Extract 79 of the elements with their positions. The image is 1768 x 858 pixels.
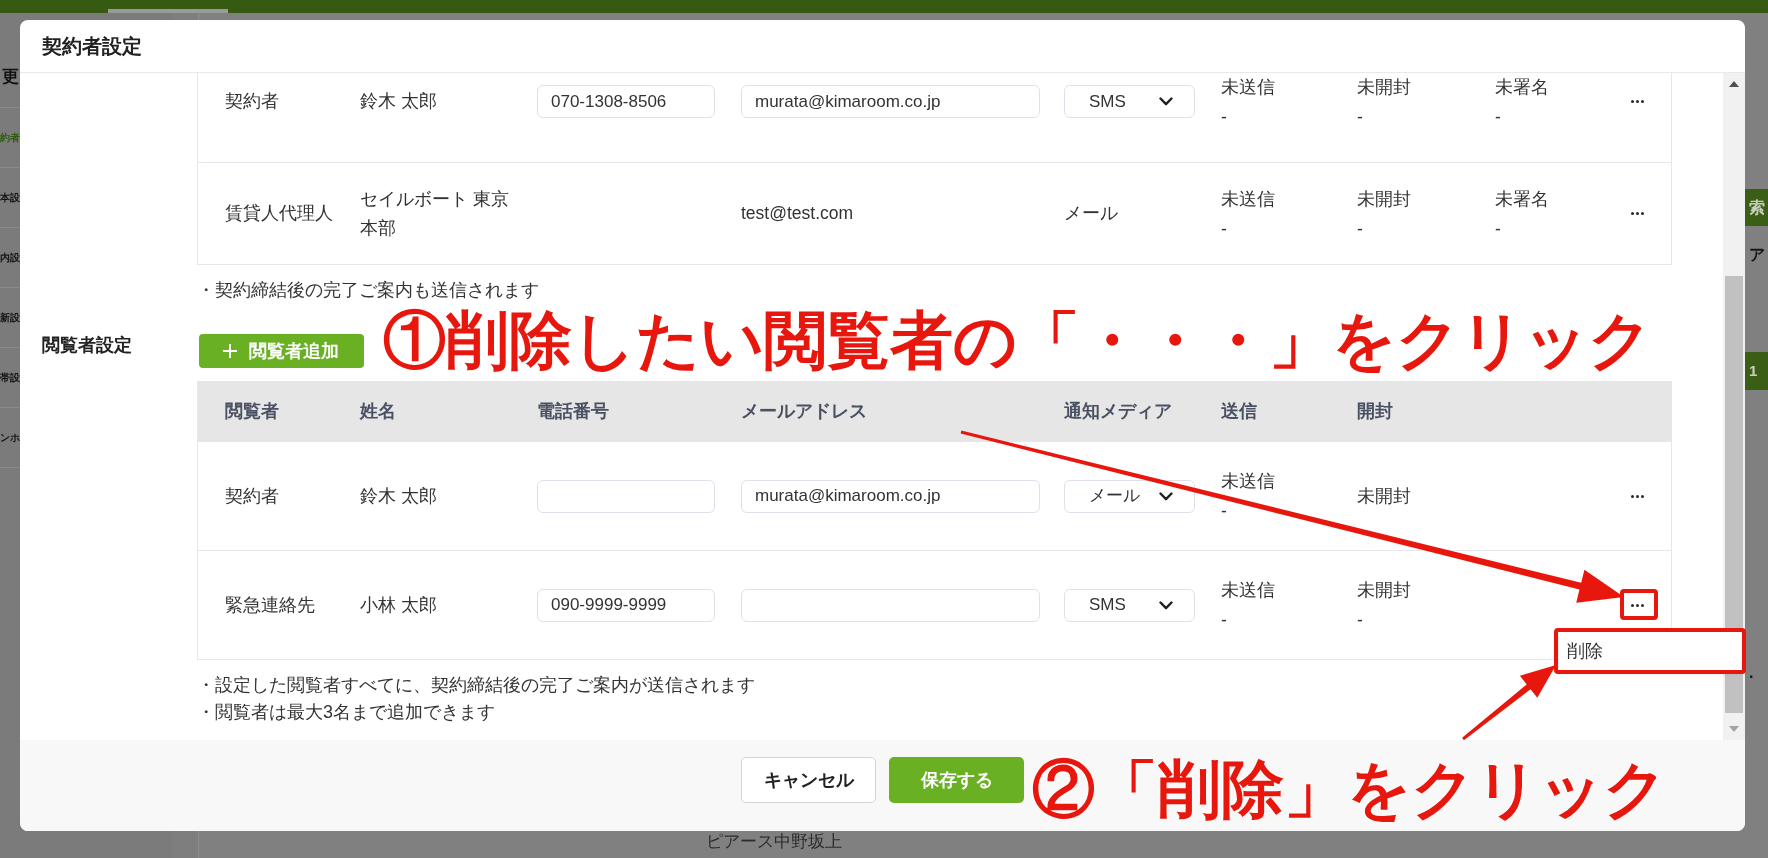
sidebar-item[interactable]: 本設 xyxy=(0,191,20,204)
scrollbar[interactable] xyxy=(1723,73,1745,740)
media-select[interactable]: メール xyxy=(1064,479,1195,513)
sidebar-item[interactable]: 新設 xyxy=(0,311,20,324)
media-select[interactable]: SMS xyxy=(1064,85,1195,118)
highlight-box xyxy=(1620,589,1658,620)
status-detail: - xyxy=(1357,105,1363,129)
email-field[interactable]: murata@kimaroom.co.jp xyxy=(741,85,1040,118)
media-select[interactable]: SMS xyxy=(1064,588,1195,622)
column-header: 送信 xyxy=(1221,400,1257,423)
status-label: 未開封 xyxy=(1357,187,1411,211)
phone-field[interactable]: 090-9999-9999 xyxy=(537,588,715,622)
scroll-up-icon[interactable] xyxy=(1729,81,1739,87)
name-text: セイルボート 東京本部 xyxy=(360,187,510,240)
status-detail: - xyxy=(1221,609,1227,632)
save-button[interactable]: 保存する xyxy=(889,757,1024,803)
column-header: メールアドレス xyxy=(741,400,867,423)
media-text: メール xyxy=(1064,202,1118,226)
cancel-button[interactable]: キャンセル xyxy=(741,757,876,803)
email-text: test@test.com xyxy=(741,202,854,226)
email-field[interactable] xyxy=(741,588,1040,622)
search-button[interactable]: 索 xyxy=(1745,189,1768,226)
status-label: 未開封 xyxy=(1357,579,1411,602)
note-text: ・設定した閲覧者すべてに、契約締結後の完了ご案内が送信されます xyxy=(197,674,755,697)
phone-field[interactable]: 070-1308-8506 xyxy=(537,85,715,118)
chevron-down-icon xyxy=(1159,97,1173,106)
chevron-down-icon xyxy=(1159,600,1173,610)
note-text: ・契約締結後の完了ご案内も送信されます xyxy=(197,279,539,302)
scrollbar-thumb[interactable] xyxy=(1725,276,1743,713)
column-header: 姓名 xyxy=(360,400,396,423)
status-label: 未署名 xyxy=(1495,187,1549,211)
text-fragment: ア xyxy=(1748,245,1765,265)
status-detail: - xyxy=(1221,105,1227,129)
status-label: 未開封 xyxy=(1357,75,1411,99)
more-icon xyxy=(1631,603,1644,607)
status-detail: - xyxy=(1357,217,1363,241)
status-label: 未署名 xyxy=(1495,75,1549,99)
section-label: 閲覧者設定 xyxy=(42,334,132,356)
menu-item[interactable]: 削除 xyxy=(1559,637,1603,665)
name-text: 小林 太郎 xyxy=(360,593,437,617)
role-text: 賃貸人代理人 xyxy=(225,202,333,226)
more-icon xyxy=(1631,100,1644,103)
column-header: 閲覧者 xyxy=(225,400,279,423)
column-header: 開封 xyxy=(1357,400,1393,423)
status-detail: - xyxy=(1495,105,1501,129)
status-label: 未送信 xyxy=(1221,187,1275,211)
plus-icon xyxy=(223,344,237,358)
sidebar-item[interactable]: ンホ xyxy=(0,431,20,444)
status-label: 未送信 xyxy=(1221,75,1275,99)
text-fragment: . xyxy=(1748,663,1754,683)
sidebar-item[interactable]: 帯設 xyxy=(0,371,20,384)
column-header: 通知メディア xyxy=(1064,400,1172,423)
sidebar-item[interactable]: 内設 xyxy=(0,251,20,264)
status-label: 未開封 xyxy=(1357,485,1411,508)
phone-field[interactable] xyxy=(537,479,715,513)
role-text: 契約者 xyxy=(225,484,279,508)
name-text: 鈴木 太郎 xyxy=(360,90,437,113)
page-number-button[interactable]: 1 xyxy=(1745,352,1768,390)
role-text: 緊急連絡先 xyxy=(225,593,315,617)
more-icon xyxy=(1631,212,1644,215)
status-label: 未送信 xyxy=(1221,470,1275,493)
name-text: 鈴木 太郎 xyxy=(360,484,437,508)
role-text: 契約者 xyxy=(225,90,279,114)
dialog-title: 契約者設定 xyxy=(42,34,142,59)
column-header: 電話番号 xyxy=(537,400,609,423)
property-name-text: ピアース中野坂上 xyxy=(706,833,843,851)
status-detail: - xyxy=(1495,217,1501,241)
add-viewer-button[interactable]: 閲覧者追加 xyxy=(199,334,364,368)
more-icon xyxy=(1631,494,1644,498)
status-label: 未送信 xyxy=(1221,579,1275,602)
email-field[interactable]: murata@kimaroom.co.jp xyxy=(741,479,1040,513)
instruction-text: ①削除したい閲覧者の「・・・」をクリック xyxy=(383,306,1652,374)
status-detail: - xyxy=(1221,500,1227,523)
status-detail: - xyxy=(1357,609,1363,632)
instruction-text: ②「削除」をクリック xyxy=(1032,755,1667,823)
page-title-fragment: 更 xyxy=(1,67,17,87)
note-text: ・閲覧者は最大3名まで追加できます xyxy=(197,701,495,724)
chevron-down-icon xyxy=(1159,491,1173,501)
status-detail: - xyxy=(1221,217,1227,241)
